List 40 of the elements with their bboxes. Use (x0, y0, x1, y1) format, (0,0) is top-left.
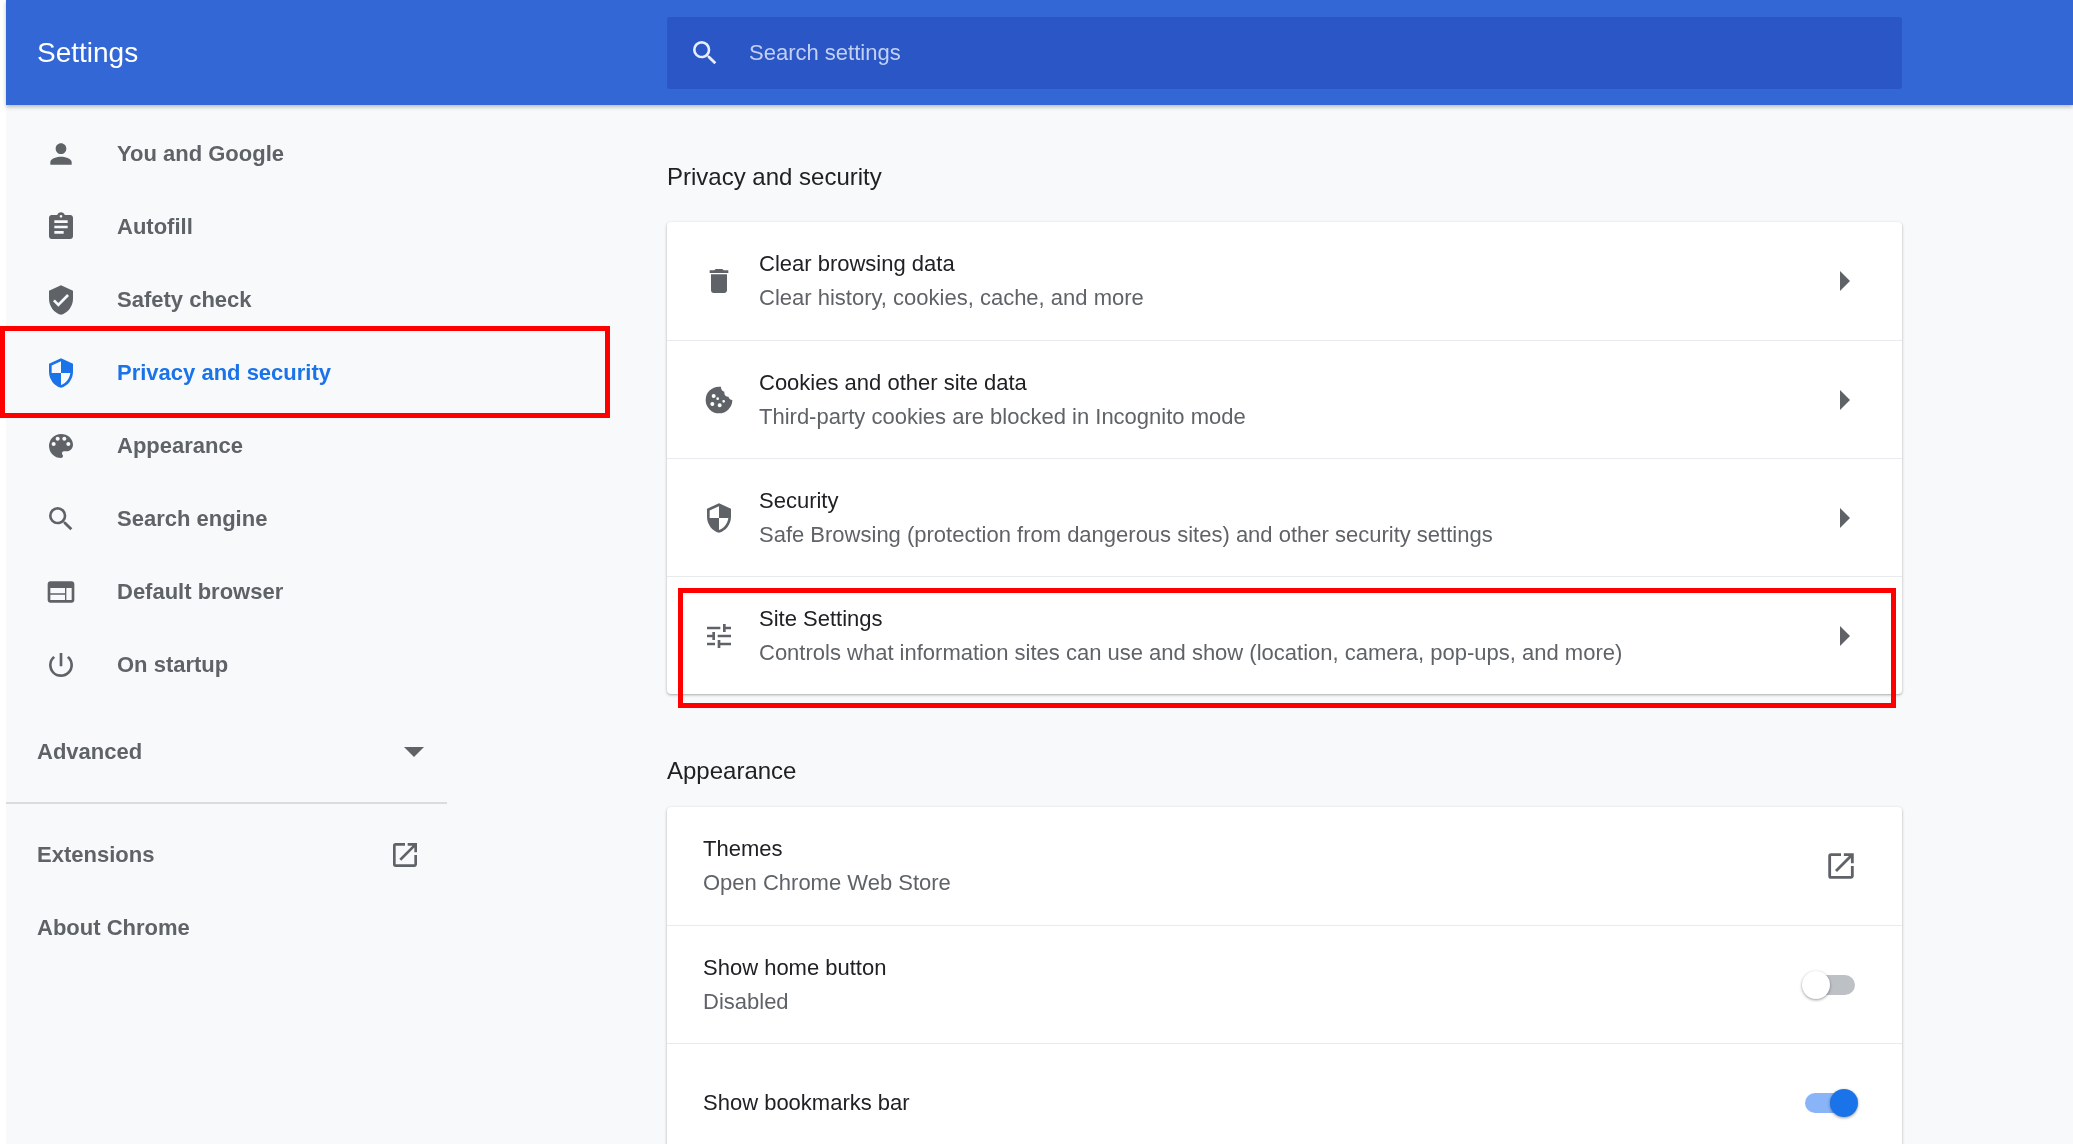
sidebar-item[interactable]: Privacy and security (6, 336, 447, 409)
caret-icon (404, 746, 424, 757)
sidebar-item[interactable]: Appearance (6, 409, 447, 482)
row-subtitle: Safe Browsing (protection from dangerous sites) and other security settings (759, 521, 1494, 548)
row-title: Show bookmarks bar (703, 1089, 911, 1116)
sidebar-item[interactable]: Default browser (6, 555, 447, 628)
settings-row[interactable]: Site Settings Controls what information sites can use and show (location, camera, pop-ups, and more) (667, 576, 1902, 694)
section-title: Appearance (667, 756, 797, 785)
settings-row[interactable]: Security Safe Browsing (protection from dangerous sites) and other security settings (667, 458, 1902, 576)
row-subtitle: Open Chrome Web Store (703, 870, 952, 896)
sidebar-item[interactable]: You and Google (6, 117, 447, 190)
settings-row[interactable]: Cookies and other site data Third-party cookies are blocked in Incognito mode (667, 340, 1902, 458)
row-subtitle: Disabled (703, 988, 790, 1015)
sidebar-item[interactable]: On startup (6, 628, 447, 701)
settings-row[interactable]: Show home button Disabled (667, 925, 1902, 1043)
settings-row[interactable]: Show bookmarks bar (667, 1043, 1902, 1144)
row-title: Site Settings (759, 605, 884, 632)
sidebar-item[interactable]: Search engine (6, 482, 447, 555)
row-title: Security (759, 487, 840, 514)
sidebar-link[interactable]: Extensions (6, 818, 447, 891)
row-title: Cookies and other site data (759, 369, 1028, 396)
advanced-toggle[interactable]: Advanced (6, 715, 447, 788)
chevron-right-icon (1840, 625, 1850, 646)
section-title: Privacy and security (667, 162, 882, 191)
sidebar-item[interactable]: Autofill (6, 190, 447, 263)
chevron-right-icon (1840, 389, 1850, 410)
row-subtitle: Clear history, cookies, cache, and more (759, 285, 1145, 311)
row-subtitle: Third-party cookies are blocked in Incognito mode (759, 403, 1247, 430)
row-title: Show home button (703, 954, 888, 981)
sidebar-item[interactable]: Safety check (6, 263, 447, 336)
settings-row[interactable]: Clear browsing data Clear history, cookies, cache, and more (667, 222, 1902, 340)
row-title: Themes (703, 836, 784, 862)
row-subtitle: Controls what information sites can use and show (location, camera, pop-ups, and more) (759, 639, 1624, 666)
app-title: Settings (36, 36, 140, 69)
sidebar-link[interactable]: About Chrome (6, 891, 447, 964)
row-title: Clear browsing data (759, 251, 956, 277)
settings-row[interactable]: Themes Open Chrome Web Store (667, 807, 1902, 925)
search-field[interactable]: Search settings (667, 16, 1902, 89)
chevron-right-icon (1840, 271, 1850, 291)
chevron-right-icon (1840, 507, 1850, 528)
